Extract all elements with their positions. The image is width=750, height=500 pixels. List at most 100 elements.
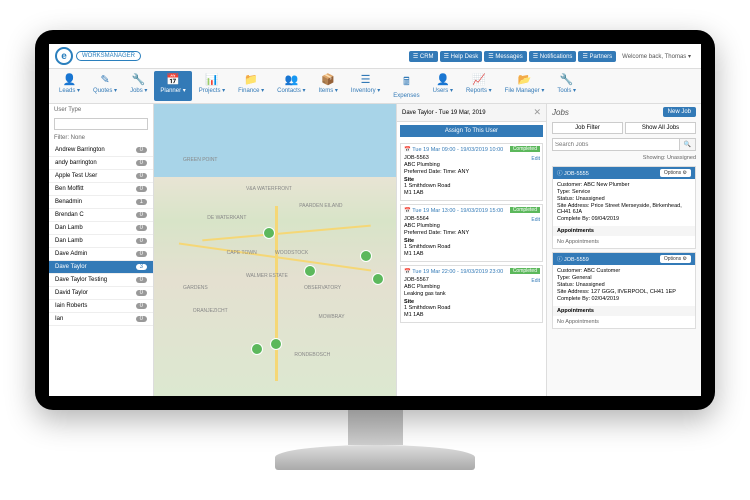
user-list-item[interactable]: Iain Roberts0 [49,300,153,313]
nav-item[interactable]: ☰Inventory ▾ [345,71,386,101]
nav-item[interactable]: 👥Contacts ▾ [271,71,311,101]
edit-link[interactable]: Edit [531,156,540,162]
user-list-item[interactable]: Dave Admin 0 [49,248,153,261]
nav-icon: 📦 [321,73,335,86]
nav-label: Users ▾ [433,87,453,94]
job-card[interactable]: ⓘ JOB-5555 Options ⚙ Customer: ABC New Plu… [552,166,696,249]
user-list-item[interactable]: Dan Lamb0 [49,235,153,248]
map-pin-icon[interactable] [270,338,282,350]
job-schedule-header: Dave Taylor - Tue 19 Mar, 2019 ✕ [397,104,546,122]
nav-label: Planner ▾ [160,87,185,94]
user-list-item[interactable]: David Taylor0 [49,287,153,300]
user-list-item[interactable]: Brendan C0 [49,209,153,222]
map-pin-icon[interactable] [372,273,384,285]
map-pin-icon[interactable] [251,343,263,355]
map-pin-icon[interactable] [304,265,316,277]
nav-item[interactable]: 📁Finance ▾ [232,71,270,101]
options-button[interactable]: Options ⚙ [660,169,691,177]
nav-item[interactable]: 👤Users ▾ [427,71,459,101]
top-buttons: ☰ CRM☰ Help Desk☰ Messages☰ Notification… [409,51,616,62]
top-button[interactable]: ☰ Help Desk [440,51,483,62]
job-pref: Preferred Date: Time: ANY [404,230,539,236]
edit-link[interactable]: Edit [531,278,540,284]
nav-icon: 📊 [205,73,219,86]
user-job-count: 0 [136,173,147,179]
nav-item[interactable]: 👤Leads ▾ [53,71,86,101]
user-list-item[interactable]: Ian0 [49,313,153,326]
scheduled-job-card[interactable]: CompletedEdit📅 Tue 19 Mar 13:00 - 19/03/… [400,204,543,262]
nav-icon: 🔧 [132,73,146,86]
job-company: ABC Plumbing [404,223,539,229]
site-addr: 1 Smithdown Road [404,244,539,250]
scheduled-job-card[interactable]: CompletedEdit📅 Tue 19 Mar 09:00 - 19/03/… [400,143,543,201]
nav-icon: 📅 [166,73,180,86]
close-icon[interactable]: ✕ [533,107,541,118]
user-list-item[interactable]: Dave Taylor Testing0 [49,274,153,287]
user-list-item[interactable]: Benadmin1 [49,196,153,209]
map-pin-icon[interactable] [360,250,372,262]
search-icon[interactable]: 🔍 [680,138,696,151]
user-job-count: 0 [136,277,147,283]
nav-item[interactable]: ✎Quotes ▾ [87,71,123,101]
user-name: Dave Admin [55,251,87,257]
options-button[interactable]: Options ⚙ [660,255,691,263]
assign-user-button[interactable]: Assign To This User [400,125,543,137]
top-button[interactable]: ☰ Partners [578,51,616,62]
scheduled-job-card[interactable]: CompletedEdit📅 Tue 19 Mar 22:00 - 19/03/… [400,265,543,323]
nav-item[interactable]: 📊Projects ▾ [193,71,231,101]
nav-item[interactable]: 📅Planner ▾ [154,71,191,101]
nav-icon: 👤 [63,73,77,86]
job-number: ⓘ JOB-5555 [557,169,589,177]
nav-label: Leads ▾ [59,87,80,94]
nav-item[interactable]: 🔧Tools ▾ [551,71,582,101]
user-list-item[interactable]: Dave Taylor3 [49,261,153,274]
user-job-count: 0 [136,147,147,153]
top-button[interactable]: ☰ CRM [409,51,438,62]
nav-item[interactable]: 📦Items ▾ [313,71,344,101]
user-list-item[interactable]: Apple Test User0 [49,170,153,183]
edit-link[interactable]: Edit [531,217,540,223]
user-list-item[interactable]: andy barrington0 [49,157,153,170]
status-badge: Completed [510,268,540,274]
user-list-item[interactable]: Dan Lamb0 [49,222,153,235]
user-job-count: 0 [136,290,147,296]
user-job-count: 0 [136,251,147,257]
user-list-item[interactable]: Andrew Barrington 0 [49,144,153,157]
top-button[interactable]: ☰ Notifications [529,51,577,62]
nav-item[interactable]: 🔧Jobs ▾ [124,71,153,101]
user-name: Andrew Barrington [55,147,105,153]
status-badge: Completed [510,146,540,152]
map-area-label: MOWBRAY [319,314,345,320]
search-jobs-input[interactable] [552,138,680,151]
nav-item[interactable]: 📈Reports ▾ [460,71,498,101]
user-name: Benadmin [55,199,82,205]
user-name: Dave Taylor [55,264,87,270]
nav-label: Finance ▾ [238,87,264,94]
nav-item[interactable]: 🖩Expenses [387,71,425,101]
nav-label: Tools ▾ [557,87,576,94]
welcome-text[interactable]: Welcome back, Thomas ▾ [618,51,695,62]
user-job-count: 0 [136,225,147,231]
map-area-label: OBSERVATORY [304,285,341,291]
job-filter-button[interactable]: Show All Jobs [625,122,696,134]
site-addr2: M1 1AB [404,312,539,318]
map-pin-icon[interactable] [263,227,275,239]
nav-icon: 📂 [518,73,532,86]
user-list-item[interactable]: Ben Moffitt0 [49,183,153,196]
user-type-select[interactable] [54,118,148,130]
selected-user-date: Dave Taylor - Tue 19 Mar, 2019 [402,110,486,116]
site-addr2: M1 1AB [404,190,539,196]
job-company: ABC Plumbing [404,162,539,168]
map-area-label: V&A Waterfront [246,186,292,192]
nav-label: Reports ▾ [466,87,492,94]
job-detail-line: Customer: ABC New Plumber [557,182,691,188]
new-job-button[interactable]: New Job [663,107,696,117]
job-filter-button[interactable]: Job Filter [552,122,623,134]
nav-label: Expenses [393,93,419,99]
nav-item[interactable]: 📂File Manager ▾ [499,71,551,101]
job-card[interactable]: ⓘ JOB-5559Options ⚙Customer: ABC Custome… [552,252,696,329]
user-name: andy barrington [55,160,97,166]
top-button[interactable]: ☰ Messages [484,51,526,62]
map-view[interactable]: GREEN POINTV&A WaterfrontDE WATERKANTPAA… [154,104,396,396]
job-company: ABC Plumbing [404,284,539,290]
